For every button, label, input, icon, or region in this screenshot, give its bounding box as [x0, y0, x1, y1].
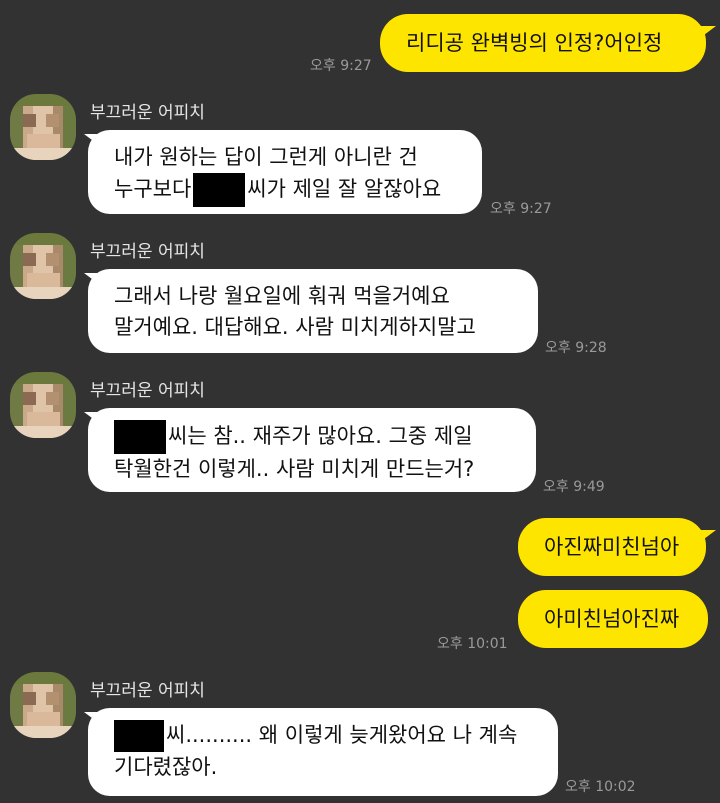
avatar[interactable] [10, 233, 76, 299]
message-time: 오후 10:02 [565, 779, 636, 795]
their-bubble[interactable]: 씨는 참.. 재주가 많아요. 그중 제일 탁월한건 이렇게.. 사람 미치게 … [88, 408, 536, 492]
bubble-tail [700, 26, 716, 38]
message-text: 리디공 완벽빙의 인정?어인정 [406, 30, 663, 55]
message-line-1: 내가 원하는 답이 그런게 아니란 건 [114, 145, 418, 169]
bubble-tail [700, 530, 716, 542]
message-time: 오후 9:27 [490, 201, 552, 217]
message-time: 오후 9:49 [543, 479, 605, 495]
message-line-1-post: 씨는 참.. 재주가 많아요. 그중 제일 [168, 424, 473, 448]
message-line-1: 씨는 참.. 재주가 많아요. 그중 제일 [114, 420, 510, 454]
message-line-2-post: 씨가 제일 잘 알잖아요 [247, 177, 442, 201]
message-line-1: 그래서 나랑 월요일에 훠궈 먹을거예요 [114, 284, 450, 308]
avatar[interactable] [10, 372, 76, 438]
sender-name: 부끄러운 어피치 [90, 242, 205, 262]
message-time: 오후 10:01 [437, 636, 508, 652]
message-time: 오후 9:28 [545, 340, 607, 356]
sender-name: 부끄러운 어피치 [90, 681, 205, 701]
their-bubble[interactable]: 내가 원하는 답이 그런게 아니란 건 누구보다 씨가 제일 잘 알잖아요 [88, 130, 482, 214]
message-line-2: 기다렸잖아. [114, 755, 218, 779]
their-bubble[interactable]: 씨.......... 왜 이렇게 늦게왔어요 나 계속 기다렸잖아. [88, 708, 558, 796]
my-bubble[interactable]: 리디공 완벽빙의 인정?어인정 [380, 14, 706, 72]
message-line-2-pre: 누구보다 [114, 177, 192, 201]
message-line-2: 누구보다 씨가 제일 잘 알잖아요 [114, 173, 456, 207]
avatar[interactable] [10, 94, 76, 160]
redacted-name [114, 420, 166, 454]
message-line-1-post: 씨.......... 왜 이렇게 늦게왔어요 나 계속 [166, 723, 518, 747]
message-time: 오후 9:27 [310, 58, 372, 74]
message-line-2: 탁월한건 이렇게.. 사람 미치게 만드는거? [114, 457, 475, 481]
message-text: 아진짜미친넘아 [544, 534, 680, 559]
their-bubble[interactable]: 그래서 나랑 월요일에 훠궈 먹을거예요 말거예요. 대답해요. 사람 미치게하… [88, 269, 538, 353]
sender-name: 부끄러운 어피치 [90, 103, 205, 123]
sender-name: 부끄러운 어피치 [90, 381, 205, 401]
my-bubble[interactable]: 아미친넘아진짜 [518, 590, 708, 648]
redacted-name [114, 720, 164, 752]
redacted-name [193, 173, 246, 207]
avatar[interactable] [10, 672, 76, 738]
my-bubble[interactable]: 아진짜미친넘아 [518, 518, 706, 576]
message-line-1: 씨.......... 왜 이렇게 늦게왔어요 나 계속 [114, 720, 532, 752]
message-text: 아미친넘아진짜 [544, 606, 680, 631]
message-line-2: 말거예요. 대답해요. 사람 미치게하지말고 [114, 315, 476, 339]
